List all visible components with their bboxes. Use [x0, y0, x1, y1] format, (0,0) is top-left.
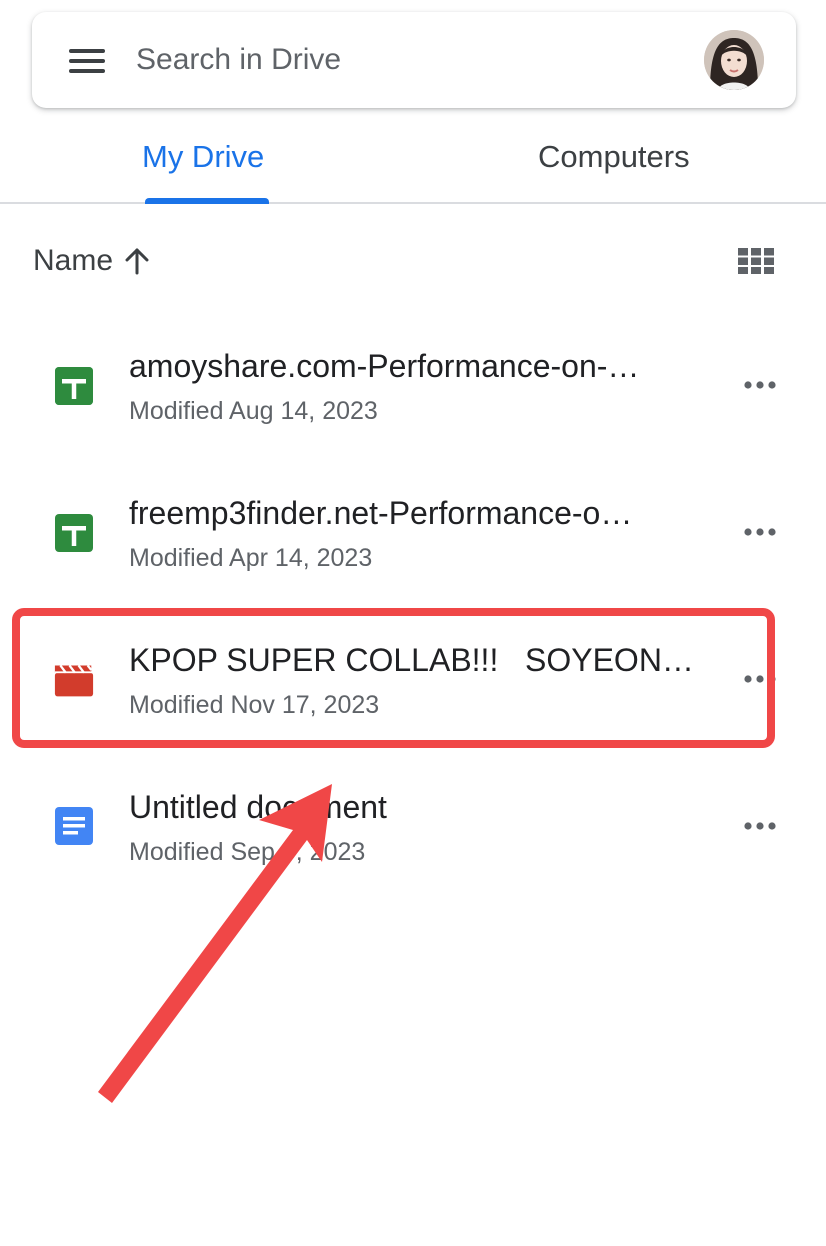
- grid-view-icon[interactable]: [738, 248, 774, 274]
- file-modified-date: Modified Sep 5, 2023: [129, 838, 366, 866]
- google-sheets-icon: [55, 367, 93, 405]
- video-icon: [54, 664, 94, 697]
- file-row[interactable]: KPOP SUPER COLLAB!!! SOYEON… Modified No…: [0, 612, 826, 742]
- file-modified-date: Modified Apr 14, 2023: [129, 544, 373, 572]
- tab-my-drive[interactable]: My Drive: [142, 138, 264, 176]
- search-bar[interactable]: Search in Drive: [32, 12, 796, 108]
- file-name: freemp3finder.net-Performance-o…: [129, 495, 633, 531]
- active-tab-indicator: [145, 198, 269, 204]
- file-row[interactable]: Untitled document Modified Sep 5, 2023: [0, 759, 826, 889]
- sort-by-name-button[interactable]: Name: [33, 243, 113, 279]
- file-row[interactable]: freemp3finder.net-Performance-o… Modifie…: [0, 465, 826, 595]
- more-options-icon[interactable]: [740, 377, 780, 393]
- file-modified-date: Modified Aug 14, 2023: [129, 397, 378, 425]
- more-options-icon[interactable]: [740, 671, 780, 687]
- tab-computers[interactable]: Computers: [538, 138, 690, 176]
- file-row[interactable]: amoyshare.com-Performance-on-… Modified …: [0, 318, 826, 448]
- more-options-icon[interactable]: [740, 818, 780, 834]
- drive-tabs: My Drive Computers: [0, 108, 826, 204]
- file-name: KPOP SUPER COLLAB!!! SOYEON…: [129, 642, 694, 678]
- account-avatar[interactable]: [704, 30, 764, 90]
- file-name: amoyshare.com-Performance-on-…: [129, 348, 640, 384]
- google-docs-icon: [55, 807, 93, 845]
- avatar-photo-icon: [704, 30, 764, 90]
- search-input[interactable]: Search in Drive: [136, 42, 341, 78]
- file-name: Untitled document: [129, 789, 387, 825]
- more-options-icon[interactable]: [740, 524, 780, 540]
- google-sheets-icon: [55, 514, 93, 552]
- file-modified-date: Modified Nov 17, 2023: [129, 691, 380, 719]
- hamburger-menu-icon[interactable]: [69, 49, 105, 73]
- arrow-up-icon[interactable]: [124, 247, 150, 275]
- drive-screen: Search in Drive My Drive Computers Name: [0, 0, 826, 1246]
